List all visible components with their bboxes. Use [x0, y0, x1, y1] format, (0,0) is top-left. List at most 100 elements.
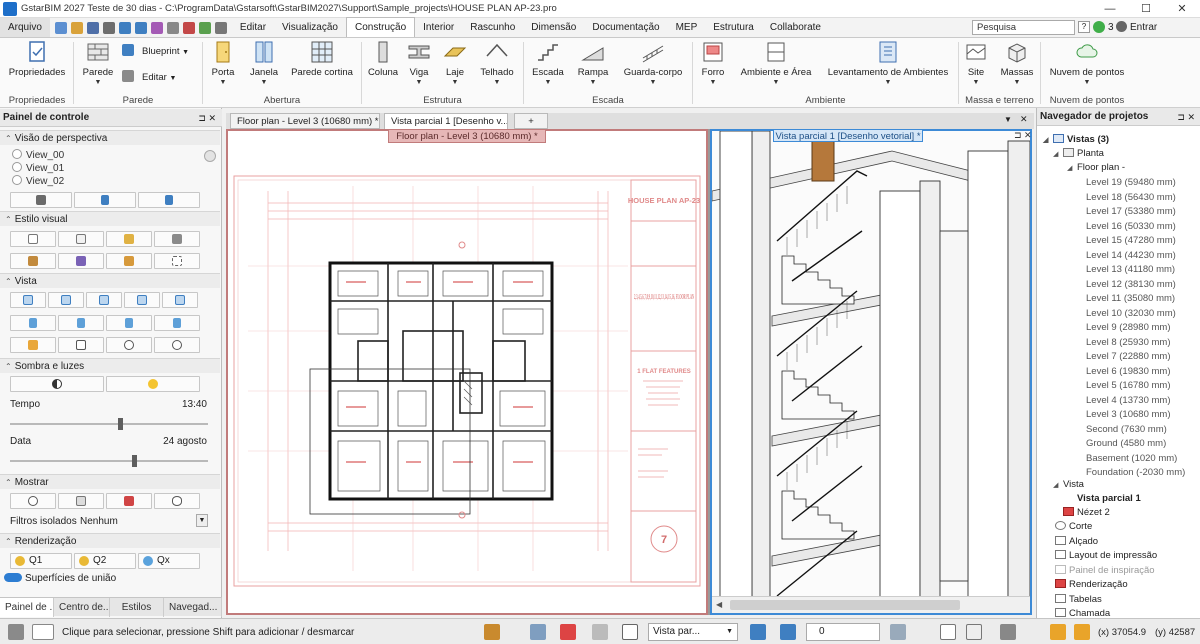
zoom-in-button[interactable] [154, 337, 200, 353]
tree-level-11[interactable]: Level 11 (35080 mm) [1086, 292, 1175, 306]
massas-button[interactable]: Massas ▼ [1000, 40, 1034, 86]
render-qx-button[interactable]: Qx [138, 553, 200, 569]
tree-level-16[interactable]: Level 16 (50330 mm) [1086, 220, 1176, 234]
layers-icon[interactable] [890, 624, 906, 640]
tree-node-vista[interactable]: ◢ Vista [1053, 478, 1084, 492]
tree-level-19[interactable]: Level 19 (59480 mm) [1086, 176, 1176, 190]
tab-construcao[interactable]: Construção [346, 17, 416, 37]
view-radio-02[interactable]: View_02 [12, 175, 64, 187]
iso-sw-button[interactable] [10, 315, 56, 331]
blueprint-button[interactable]: Blueprint ▼ [122, 44, 189, 57]
magnet-icon[interactable] [560, 624, 576, 640]
style-hidden-button[interactable] [58, 231, 104, 247]
snap-icon[interactable] [1000, 624, 1016, 640]
new-icon[interactable] [54, 21, 67, 34]
ambiente-area-button[interactable]: Ambiente e Área ▼ [740, 40, 812, 86]
paint-icon[interactable] [150, 21, 163, 34]
tree-level-15[interactable]: Level 15 (47280 mm) [1086, 234, 1176, 248]
tree-node-renderizacao[interactable]: Renderização [1055, 578, 1128, 592]
view-back-button[interactable] [162, 292, 198, 308]
rampa-button[interactable]: Rampa ▼ [576, 40, 610, 86]
tree-node-nezet[interactable]: Nézet 2 [1063, 506, 1110, 520]
data-slider-thumb[interactable] [131, 455, 137, 467]
janela-button[interactable]: Janela ▼ [246, 40, 282, 86]
delete-icon[interactable] [182, 21, 195, 34]
parede-cortina-button[interactable]: Parede cortina [290, 40, 354, 78]
command-icon[interactable] [8, 624, 24, 640]
show-reveal-button[interactable] [154, 493, 200, 509]
scrollbar-thumb[interactable] [730, 600, 960, 610]
print-icon[interactable] [102, 21, 115, 34]
horizontal-scrollbar[interactable]: ◀ [712, 596, 1030, 613]
tree-node-planta[interactable]: ◢ Planta [1053, 147, 1104, 161]
section-vista[interactable]: ⌃ Vista [0, 273, 220, 288]
tree-level-8[interactable]: Level 8 (25930 mm) [1086, 336, 1170, 350]
style-shaded-button[interactable] [106, 231, 152, 247]
tree-level-14[interactable]: Level 14 (44230 mm) [1086, 249, 1176, 263]
porta-button[interactable]: Porta ▼ [208, 40, 238, 86]
guarda-corpo-button[interactable]: Guarda-corpo ▼ [622, 40, 684, 86]
arrow-down-icon[interactable] [780, 624, 796, 640]
levantamento-button[interactable]: Levantamento de Ambientes ▼ [826, 40, 950, 86]
view-settings-icon[interactable] [204, 150, 216, 162]
tab-rascunho[interactable]: Rascunho [462, 18, 523, 37]
grid-icon[interactable] [530, 624, 546, 640]
tree-node-inspiracao[interactable]: Painel de inspiração [1055, 564, 1155, 578]
view-radio-01[interactable]: View_01 [12, 162, 64, 174]
tree-level-second[interactable]: Second (7630 mm) [1086, 423, 1167, 437]
tree-level-6[interactable]: Level 6 (19830 mm) [1086, 365, 1170, 379]
light-toggle-button[interactable] [106, 376, 200, 392]
forro-button[interactable]: Forro ▼ [698, 40, 728, 86]
tempo-slider-thumb[interactable] [118, 418, 124, 430]
tree-level-17[interactable]: Level 17 (53380 mm) [1086, 205, 1176, 219]
section-mostrar[interactable]: ⌃ Mostrar [0, 474, 220, 489]
keyboard-icon[interactable] [32, 624, 54, 640]
tab-editar[interactable]: Editar [232, 18, 274, 37]
floor-plan-viewport[interactable]: HOUSE PLAN AP-23 2,3,4,5,6,7,8,9,10,11,1… [226, 129, 708, 615]
tree-level-18[interactable]: Level 18 (56430 mm) [1086, 191, 1176, 205]
tabs-menu-icon[interactable]: ▼ [1004, 115, 1012, 124]
tree-level-5[interactable]: Level 5 (16780 mm) [1086, 379, 1170, 393]
view-down-button[interactable] [138, 192, 200, 208]
render-q1-button[interactable]: Q1 [10, 553, 72, 569]
partial-3d-viewport[interactable] [710, 129, 1032, 615]
tab-documentacao[interactable]: Documentação [584, 18, 667, 37]
view-select[interactable]: Vista par... ▼ [648, 623, 738, 641]
ruler-icon[interactable] [966, 624, 982, 640]
shadow-toggle-button[interactable] [10, 376, 104, 392]
view-left-button[interactable] [86, 292, 122, 308]
tab-estilos[interactable]: Estilos [110, 598, 164, 617]
propriedades-button[interactable]: Propriedades [8, 40, 66, 78]
tree-node-vistas[interactable]: ◢ Vistas (3) [1043, 133, 1109, 147]
iso-ne-button[interactable] [106, 315, 152, 331]
redo-icon[interactable] [134, 21, 147, 34]
save-icon[interactable] [86, 21, 99, 34]
close-button[interactable]: ✕ [1164, 0, 1200, 18]
show-hide-button[interactable] [106, 493, 152, 509]
tempo-slider[interactable] [10, 418, 208, 430]
tree-level-9[interactable]: Level 9 (28980 mm) [1086, 321, 1170, 335]
zoom-out-button[interactable] [106, 337, 152, 353]
view-top-button[interactable] [10, 292, 46, 308]
tabs-close-icon[interactable]: ✕ [1020, 114, 1028, 125]
hammer-icon[interactable] [484, 624, 500, 640]
show-select-button[interactable] [58, 493, 104, 509]
coluna-button[interactable]: Coluna [366, 40, 400, 78]
view-right-button[interactable] [124, 292, 160, 308]
viewport-pin-close-icon[interactable]: ⊐ ✕ [1014, 130, 1032, 141]
login-link[interactable]: Entrar [1130, 22, 1157, 33]
measure-tool-icon[interactable] [940, 624, 956, 640]
section-renderizacao[interactable]: ⌃ Renderização [0, 533, 220, 548]
tree-level-ground[interactable]: Ground (4580 mm) [1086, 437, 1166, 451]
tree-level-7[interactable]: Level 7 (22880 mm) [1086, 350, 1170, 364]
iso-nw-button[interactable] [154, 315, 200, 331]
style-texture-button[interactable] [106, 253, 152, 269]
section-sombra[interactable]: ⌃ Sombra e luzes [0, 358, 220, 373]
view-up-button[interactable] [74, 192, 136, 208]
tab-centro[interactable]: Centro de... [54, 598, 110, 617]
cursor-icon[interactable] [622, 624, 638, 640]
tree-node-vista-parcial[interactable]: Vista parcial 1 [1077, 492, 1141, 506]
escada-button[interactable]: Escada ▼ [530, 40, 566, 86]
file-menu[interactable]: Arquivo [0, 18, 50, 37]
doctab-vista-parcial[interactable]: Vista parcial 1 [Desenho v... [384, 113, 508, 129]
